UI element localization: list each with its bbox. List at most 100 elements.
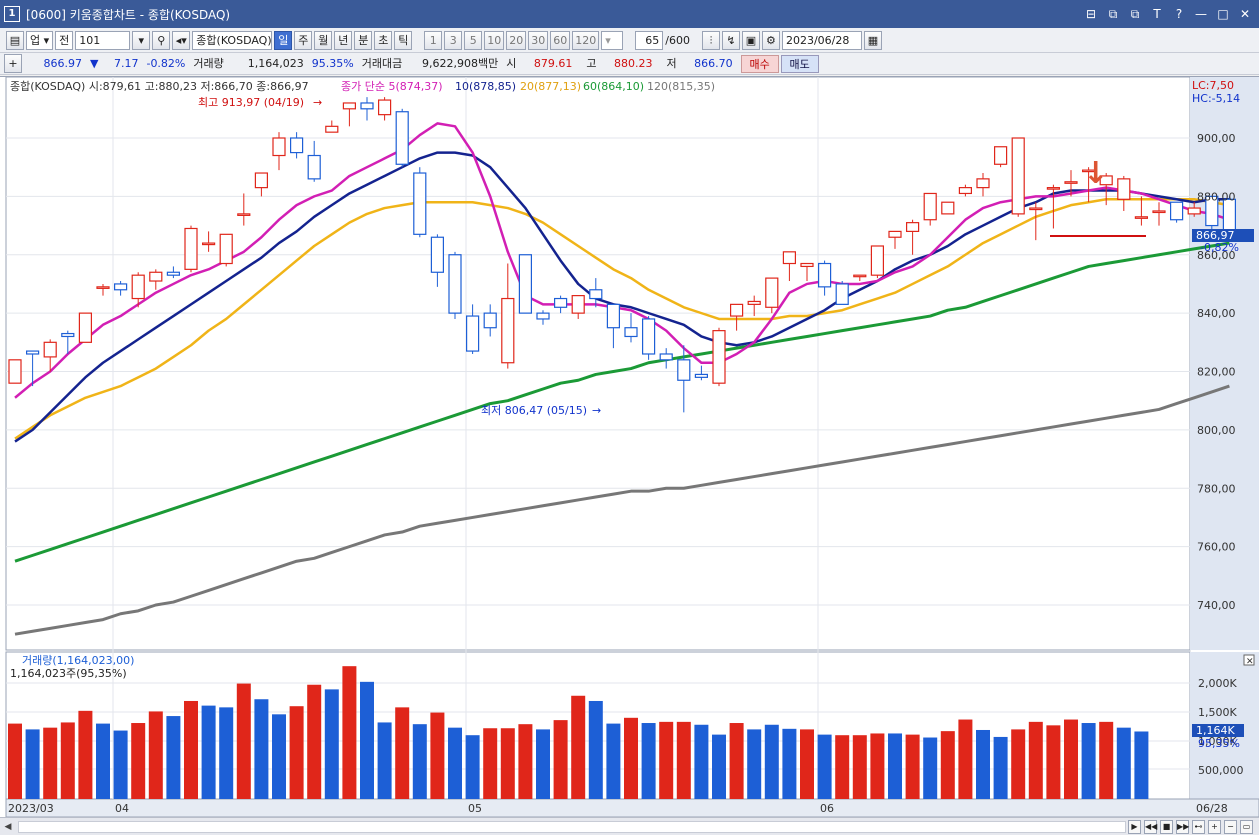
candle-body — [8, 359, 22, 384]
maximize-icon[interactable]: □ — [1215, 6, 1231, 22]
zoom-out-icon[interactable]: − — [1224, 819, 1237, 834]
candle-body — [729, 303, 744, 317]
candlestick-chart[interactable]: 900,00880,00860,00840,00820,00800,00780,… — [0, 77, 1259, 822]
speaker-icon[interactable]: ◂▾ — [172, 30, 191, 50]
step-20[interactable]: 20 — [506, 30, 527, 50]
settings-icon[interactable]: ⚙ — [761, 30, 780, 50]
code-input[interactable]: 101 — [75, 30, 131, 50]
buy-button[interactable]: 매수 — [740, 54, 779, 73]
close-icon[interactable]: ✕ — [1237, 6, 1253, 22]
period-week[interactable]: 주 — [294, 30, 313, 50]
candle-body — [589, 289, 603, 300]
scroll-track[interactable] — [18, 820, 1126, 833]
step-5[interactable]: 5 — [464, 30, 483, 50]
line-type-icon[interactable]: ↯ — [721, 30, 740, 50]
volume-bar — [958, 719, 973, 799]
step-30[interactable]: 30 — [528, 30, 549, 50]
amount-label: 거래대금 — [361, 56, 403, 70]
rewind-icon[interactable]: ◀◀ — [1144, 819, 1157, 834]
date-input[interactable]: 2023/06/28 — [781, 30, 862, 50]
volume-bar — [976, 729, 990, 799]
volume-bar — [272, 714, 286, 799]
zoom-in-icon[interactable]: + — [1208, 819, 1221, 834]
volume-bar — [536, 729, 550, 799]
period-year[interactable]: 년 — [334, 30, 353, 50]
volume-bar — [782, 728, 797, 799]
price-tick-label: 840,00 — [1197, 307, 1236, 320]
expand-icon[interactable]: + — [4, 54, 22, 73]
candle-body — [1152, 210, 1166, 214]
volume-bar — [659, 721, 674, 799]
fit-icon[interactable]: ▭ — [1240, 819, 1253, 834]
window-number-badge[interactable]: 1 — [4, 6, 20, 22]
calendar-icon[interactable]: ▦ — [863, 30, 882, 50]
chart-area[interactable]: 900,00 880,00 860,00 840,00 820,00 800,00 780,… — [0, 76, 1259, 821]
scope-select[interactable]: 전 — [55, 30, 74, 50]
volume-label: 거래량 — [193, 56, 224, 70]
copy-icon[interactable]: ⧉ — [1105, 6, 1121, 22]
period-minute[interactable]: 분 — [354, 30, 373, 50]
link-icon[interactable]: ⧉ — [1127, 6, 1143, 22]
candle-body — [413, 172, 427, 235]
period-second[interactable]: 초 — [374, 30, 393, 50]
volume-bar — [342, 666, 357, 799]
step-dropdown[interactable]: ▾ — [601, 30, 624, 50]
volume-bar — [113, 730, 128, 799]
layout-icon[interactable]: ⊟ — [1083, 6, 1099, 22]
volume-bar — [166, 716, 181, 799]
volume-bar — [694, 724, 709, 799]
stop-icon[interactable]: ■ — [1160, 819, 1173, 834]
candle-body — [712, 330, 726, 384]
volume-bar — [800, 729, 814, 799]
volume-bar — [324, 689, 339, 799]
search-icon[interactable]: ⚲ — [152, 30, 171, 50]
low-annotation: 최저 806,47 (05/15) — [481, 404, 587, 417]
forward-icon[interactable]: ▶▶ — [1176, 819, 1189, 834]
candle-type-icon[interactable]: ⫶ — [701, 30, 720, 50]
candle-body — [360, 102, 374, 110]
period-day[interactable]: 일 — [274, 30, 293, 50]
volume-bar — [712, 734, 726, 799]
zoom-slider-icon[interactable]: ⊷ — [1192, 819, 1205, 834]
play-icon[interactable]: ▶ — [1128, 819, 1141, 834]
period-tick[interactable]: 틱 — [394, 30, 413, 50]
volume-bar — [1011, 729, 1026, 799]
step-60[interactable]: 60 — [550, 30, 571, 50]
down-arrow-icon: ▼ — [90, 56, 99, 70]
volume-bar — [518, 724, 533, 799]
volume-pct: 95.35% — [311, 56, 354, 70]
volume-bar — [8, 723, 22, 799]
minimize-icon[interactable]: — — [1193, 6, 1209, 22]
volume-bar — [483, 728, 498, 799]
candle-body — [870, 245, 885, 276]
code-dropdown-icon[interactable]: ▾ — [132, 30, 151, 50]
horizontal-scrollbar[interactable]: ◀ ▶ ◀◀ ■ ▶▶ ⊷ + − ▭ — [0, 817, 1259, 835]
price-change: 7.17 — [113, 56, 139, 70]
volume-bar — [852, 735, 867, 799]
step-3[interactable]: 3 — [444, 30, 463, 50]
step-120[interactable]: 120 — [572, 30, 600, 50]
price-summary-bar: + 866.97 ▼ 7.17 -0.82% 거래량 1,164,023 95.… — [0, 53, 1259, 75]
toolbar: ▤ 업 ▾ 전 101 ▾ ⚲ ◂▾ 종합(KOSDAQ) 일 주 월 년 분 … — [0, 28, 1259, 53]
scroll-left-icon[interactable]: ◀ — [0, 819, 16, 835]
candle-body — [853, 274, 867, 278]
help-icon[interactable]: ? — [1171, 6, 1187, 22]
save-icon[interactable]: ▣ — [741, 30, 760, 50]
candle-body — [571, 295, 585, 314]
font-icon[interactable]: T — [1149, 6, 1165, 22]
sell-button[interactable]: 매도 — [780, 54, 819, 73]
candle-body — [26, 350, 40, 355]
candle-body — [395, 111, 409, 165]
period-month[interactable]: 월 — [314, 30, 333, 50]
step-10[interactable]: 10 — [484, 30, 505, 50]
volume-bar — [923, 737, 938, 799]
count-input[interactable]: 65 — [635, 30, 664, 50]
market-select[interactable]: 업 ▾ — [26, 30, 54, 50]
price-tick-label: 800,00 — [1197, 424, 1236, 437]
layout-toggle-icon[interactable]: ▤ — [6, 30, 24, 50]
count-max: /600 — [665, 33, 690, 47]
volume-bar — [553, 720, 568, 799]
volume-tick-label: 1,500K — [1198, 706, 1237, 719]
step-1[interactable]: 1 — [424, 30, 443, 50]
high-label: 고 — [586, 56, 597, 70]
